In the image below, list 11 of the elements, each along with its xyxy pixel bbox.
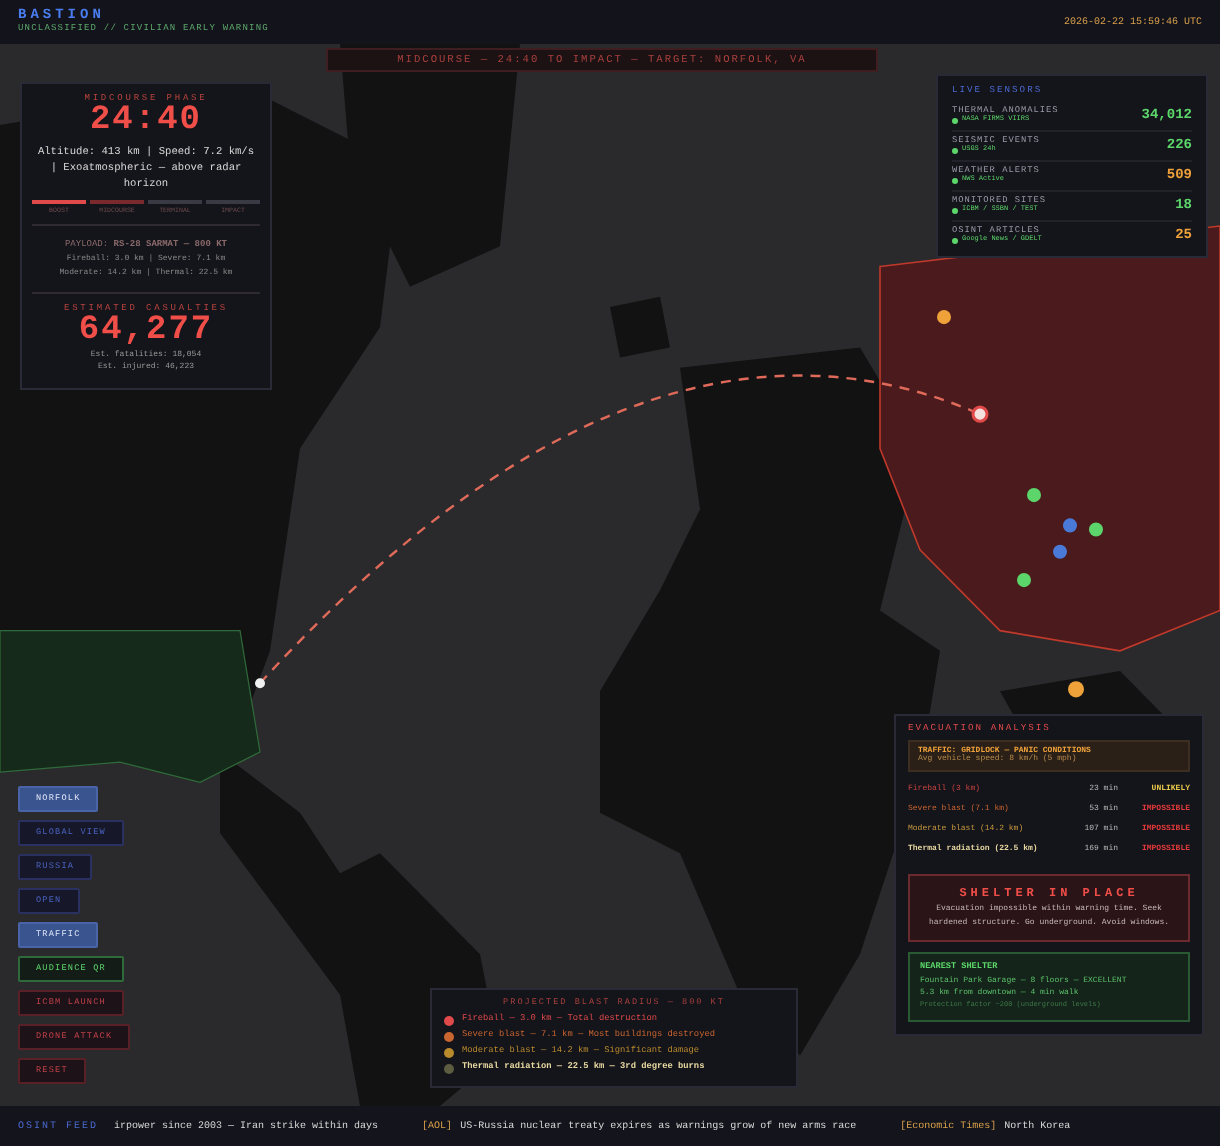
- sensor-marker: [1089, 522, 1103, 537]
- sensor-marker: [1017, 573, 1031, 588]
- sensor-marker: [1053, 544, 1067, 559]
- sensor-marker: [937, 310, 951, 325]
- countdown: 24:40: [87, 104, 204, 140]
- sensor-marker: [1027, 488, 1041, 503]
- launch-marker: [971, 405, 989, 423]
- casualties-count: 64,277: [76, 314, 216, 350]
- sensor-marker: [1068, 681, 1084, 698]
- sensor-marker: [1063, 518, 1077, 533]
- target-marker: [255, 678, 265, 689]
